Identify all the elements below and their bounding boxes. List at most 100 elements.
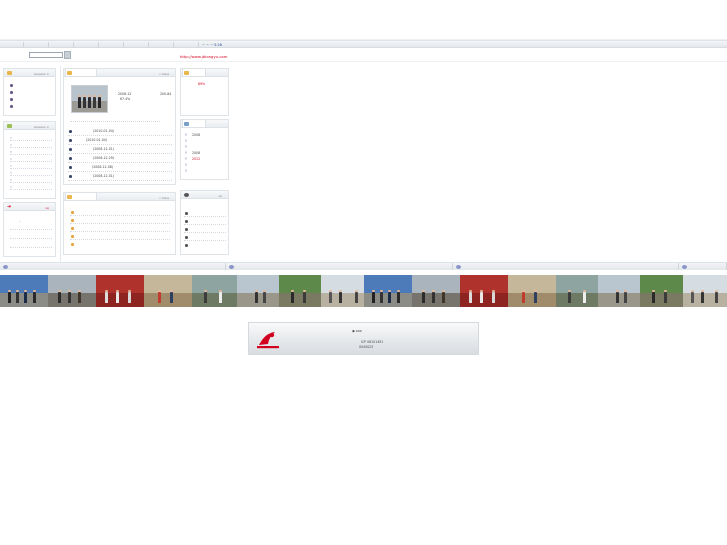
news-item[interactable]: [68, 180, 172, 181]
bullet-icon: [10, 98, 13, 101]
list-item[interactable]: [10, 229, 52, 230]
gallery-thumbnail[interactable]: [364, 275, 412, 307]
panel-header: » more: [64, 192, 175, 201]
nav-item[interactable]: [0, 42, 24, 48]
nav-item[interactable]: [75, 42, 99, 48]
notice-item[interactable]: [70, 223, 170, 224]
current-date-text: ~ ~ ~ 5:28: [202, 42, 222, 47]
news-date: (2010-01-04): [93, 129, 115, 133]
list-item[interactable]: [10, 161, 52, 162]
gallery-thumbnail[interactable]: [683, 275, 727, 307]
gallery-thumbnail[interactable]: [460, 275, 508, 307]
center-notice-panel: » more: [63, 192, 176, 255]
more-link[interactable]: » more: [159, 72, 169, 76]
gallery-thumbnail[interactable]: [640, 275, 683, 307]
nav-item[interactable]: [150, 42, 174, 48]
more-link[interactable]: ooooooo ×: [34, 125, 49, 129]
camera-icon: [456, 264, 461, 269]
gallery-thumbnail[interactable]: [508, 275, 556, 307]
list-item[interactable]: [10, 182, 52, 183]
bullet-icon: [71, 243, 74, 246]
panel-header: ➜ oo: [4, 203, 55, 211]
list-item[interactable]: [10, 154, 52, 155]
strip-tab[interactable]: [0, 263, 226, 270]
nav-item[interactable]: [100, 42, 124, 48]
nav-item[interactable]: [175, 42, 199, 48]
notice-item[interactable]: [70, 215, 170, 216]
nav-item[interactable]: [25, 42, 49, 48]
list-item[interactable]: [184, 224, 226, 225]
main-nav-bar: ~ ~ ~ 5:28: [0, 40, 727, 48]
arrow-right-icon: ➜: [7, 204, 12, 210]
bullet-icon: [185, 236, 188, 239]
nav-item[interactable]: [50, 42, 74, 48]
bullet-icon: [69, 139, 72, 142]
site-url-link[interactable]: http://www.jblongyu.com: [180, 54, 227, 59]
list-item[interactable]: [10, 238, 52, 239]
list-item[interactable]: [10, 140, 52, 141]
gallery-thumbnail[interactable]: [48, 275, 96, 307]
panel-header: oo: [181, 191, 228, 199]
column-divider: [60, 66, 61, 262]
featured-date: 2008-12: [118, 92, 132, 96]
left-panel-2: ooooooo × » » » » » » » »: [3, 121, 56, 199]
list-item[interactable]: [10, 175, 52, 176]
row-marker-icon: Y: [185, 133, 187, 137]
gallery-thumbnail[interactable]: [279, 275, 321, 307]
list-item[interactable]: [10, 247, 52, 248]
gallery-thumbnail[interactable]: [144, 275, 192, 307]
more-link[interactable]: ooooooo ×: [34, 72, 49, 76]
news-item[interactable]: [68, 144, 172, 145]
footer-links[interactable]: ◉ ooo: [352, 329, 362, 333]
record-number: 0045023: [359, 345, 374, 349]
search-input[interactable]: [29, 52, 63, 58]
news-item[interactable]: [68, 135, 172, 136]
gallery-thumbnail[interactable]: [556, 275, 598, 307]
gallery-thumbnail[interactable]: [321, 275, 364, 307]
survey-percent: 89%: [198, 82, 206, 86]
notice-item[interactable]: [70, 231, 170, 232]
gallery-thumbnail[interactable]: [192, 275, 237, 307]
row-marker-icon: Y: [185, 139, 187, 143]
gallery-thumbnail[interactable]: [0, 275, 48, 307]
year-value: 2008: [192, 151, 201, 155]
icp-number: ICP 08101491: [361, 340, 384, 344]
search-row: http://www.jblongyu.com: [0, 50, 727, 62]
news-item[interactable]: [68, 162, 172, 163]
bullet-icon: [71, 211, 74, 214]
list-item[interactable]: [10, 168, 52, 169]
featured-photo[interactable]: [71, 85, 108, 113]
bullet-icon: [69, 175, 72, 178]
bullet-icon: [71, 235, 74, 238]
gallery-thumbnail[interactable]: [412, 275, 460, 307]
gallery-thumbnail[interactable]: [598, 275, 640, 307]
search-button[interactable]: [64, 51, 71, 59]
right-panel-1: 89%: [180, 68, 229, 116]
bullet-icon: [10, 84, 13, 87]
list-item[interactable]: [184, 240, 226, 241]
bullet-icon: [71, 219, 74, 222]
featured-views: 200-84: [160, 92, 172, 96]
strip-tab[interactable]: [453, 263, 679, 270]
bullet-icon: [69, 157, 72, 160]
strip-tab[interactable]: [226, 263, 453, 270]
row-marker-icon: Y: [185, 163, 187, 167]
more-link[interactable]: oo: [46, 206, 49, 210]
notice-item[interactable]: [70, 239, 170, 240]
news-item[interactable]: [68, 171, 172, 172]
more-link[interactable]: » more: [159, 196, 169, 200]
news-date: (2008-12-29): [93, 156, 115, 160]
bullet-icon: [185, 220, 188, 223]
more-link[interactable]: oo: [219, 194, 222, 198]
list-item[interactable]: [184, 216, 226, 217]
list-item[interactable]: [184, 232, 226, 233]
strip-tab[interactable]: [679, 263, 727, 270]
company-logo: [257, 332, 279, 349]
list-item[interactable]: [10, 147, 52, 148]
gallery-thumbnail[interactable]: [237, 275, 279, 307]
nav-item[interactable]: [125, 42, 149, 48]
list-item[interactable]: [10, 189, 52, 190]
news-item[interactable]: [68, 153, 172, 154]
folder-icon: [184, 71, 189, 75]
gallery-thumbnail[interactable]: [96, 275, 144, 307]
